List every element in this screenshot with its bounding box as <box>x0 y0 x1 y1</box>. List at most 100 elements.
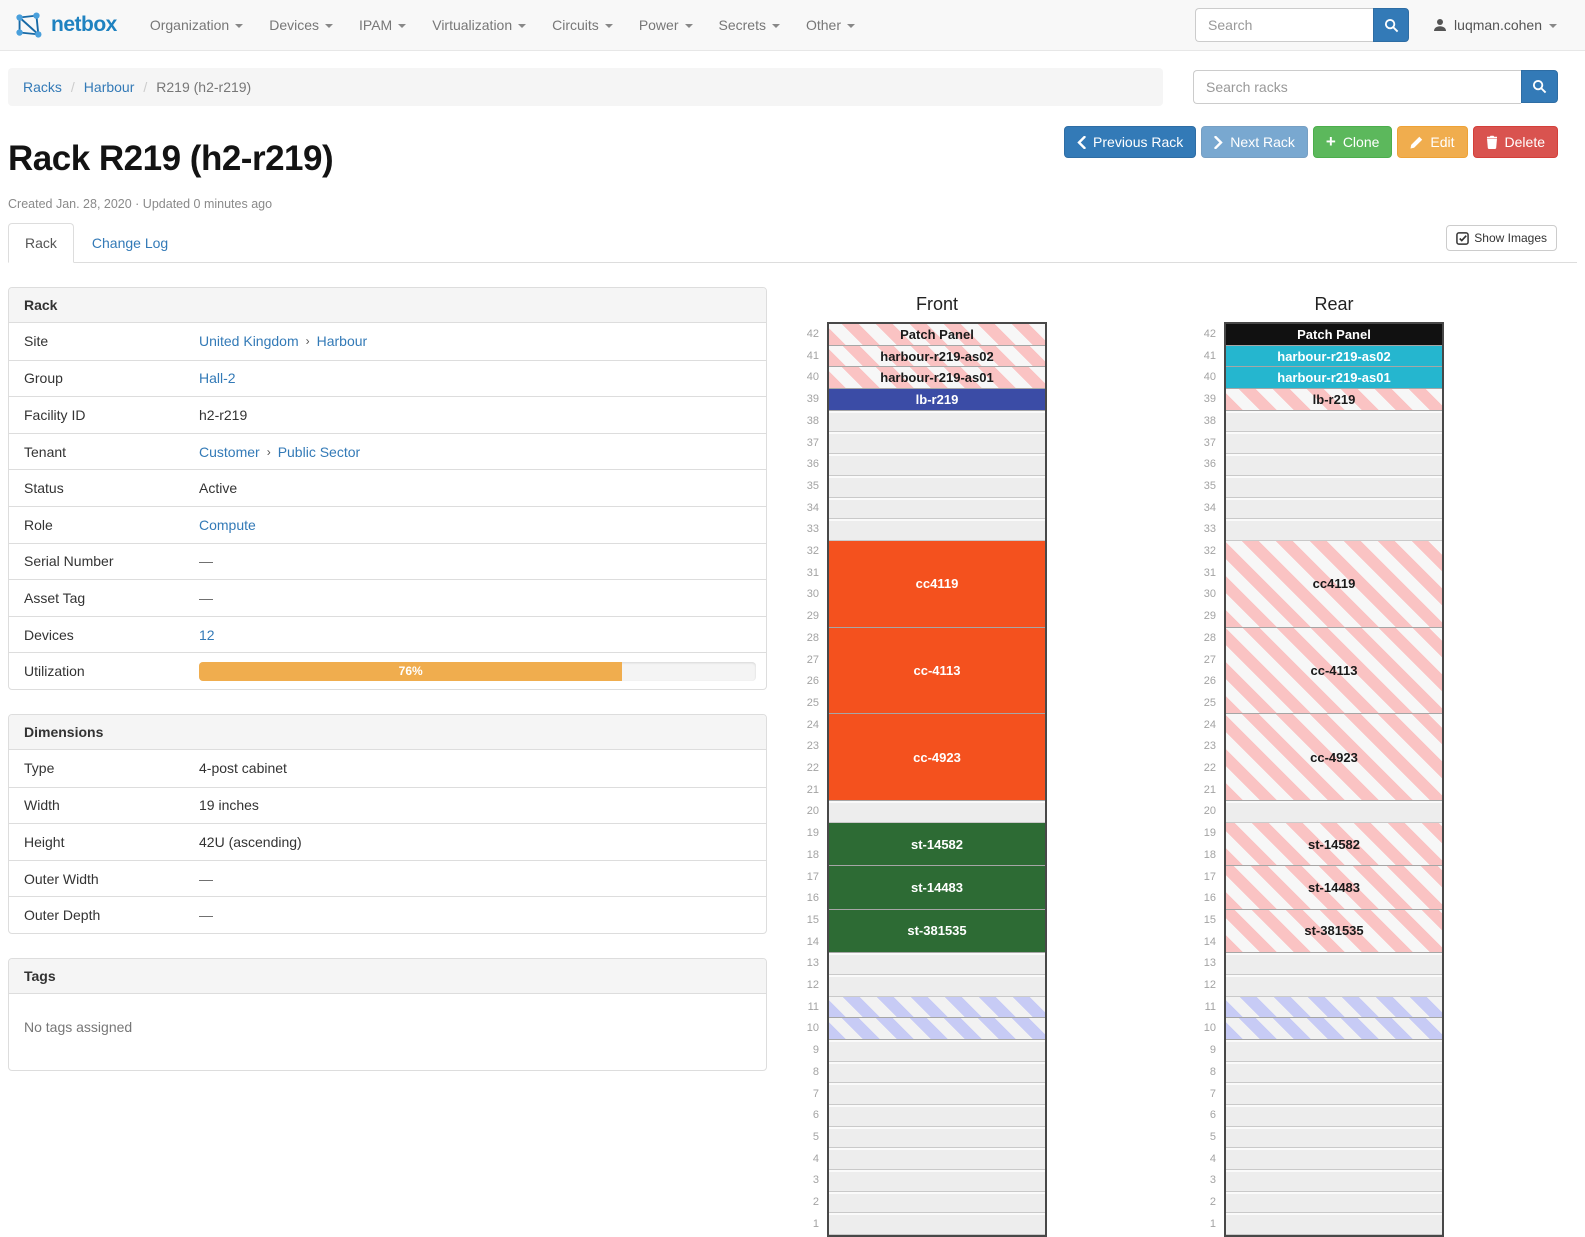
rack-device-lb-r219[interactable]: lb-r219 <box>1226 389 1442 411</box>
rack-frame: Patch Panelharbour-r219-as02harbour-r219… <box>1224 322 1444 1237</box>
global-search-input[interactable] <box>1195 8 1373 42</box>
nav-menu-organization[interactable]: Organization <box>137 0 256 50</box>
rack-device-st-14483[interactable]: st-14483 <box>829 866 1045 909</box>
trash-icon <box>1486 135 1498 149</box>
rack-device-st-14582[interactable]: st-14582 <box>1226 823 1442 866</box>
show-images-label: Show Images <box>1474 231 1547 245</box>
rack-unit-empty <box>1226 1083 1442 1105</box>
unit-numbers: 4241403938373635343332313029282726252423… <box>797 322 819 1234</box>
breadcrumb-item-racks[interactable]: Racks <box>23 79 62 95</box>
row-label: Role <box>9 517 199 533</box>
nav-menu-secrets[interactable]: Secrets <box>706 0 793 50</box>
nav-menu-power[interactable]: Power <box>626 0 706 50</box>
row-label: Group <box>9 370 199 386</box>
rack-device-st-14582[interactable]: st-14582 <box>829 823 1045 866</box>
netbox-logo-icon <box>12 10 44 40</box>
utilization-label: 76% <box>399 664 423 678</box>
value-link[interactable]: 12 <box>199 627 215 643</box>
row-value: Active <box>199 480 766 496</box>
panel-title: Rack <box>9 288 766 323</box>
previous-rack-button[interactable]: Previous Rack <box>1064 126 1196 158</box>
value-link[interactable]: Public Sector <box>278 444 360 460</box>
rack-device-cc4119[interactable]: cc4119 <box>1226 541 1442 628</box>
value-link[interactable]: Harbour <box>317 333 368 349</box>
edit-button[interactable]: Edit <box>1397 126 1467 158</box>
value-link[interactable]: Customer <box>199 444 260 460</box>
breadcrumb-item-harbour[interactable]: Harbour <box>84 79 135 95</box>
nav-menu-circuits[interactable]: Circuits <box>539 0 626 50</box>
rack-device-harbour-r219-as02[interactable]: harbour-r219-as02 <box>1226 346 1442 368</box>
unit-number: 14 <box>797 932 819 954</box>
rack-device-harbour-r219-as01[interactable]: harbour-r219-as01 <box>829 367 1045 389</box>
tab-change-log[interactable]: Change Log <box>76 224 184 262</box>
unit-number: 14 <box>1194 932 1216 954</box>
pencil-icon <box>1410 136 1423 149</box>
rack-device-patch-panel[interactable]: Patch Panel <box>1226 324 1442 346</box>
unit-number: 16 <box>1194 888 1216 910</box>
rack-device-cc-4923[interactable]: cc-4923 <box>829 714 1045 801</box>
rack-device-label: cc-4113 <box>1311 663 1358 678</box>
unit-number: 21 <box>1194 780 1216 802</box>
rack-device-cc-4113[interactable]: cc-4113 <box>829 628 1045 715</box>
utilization-bar: 76% <box>199 662 756 681</box>
rack-unit-empty <box>829 519 1045 541</box>
nav-menu-label: Circuits <box>552 17 599 33</box>
top-navbar: netbox OrganizationDevicesIPAMVirtualiza… <box>0 0 1585 51</box>
rack-device-cc-4113[interactable]: cc-4113 <box>1226 628 1442 715</box>
show-images-button[interactable]: Show Images <box>1446 225 1557 251</box>
rack-unit-empty <box>829 1170 1045 1192</box>
nav-menu-other[interactable]: Other <box>793 0 868 50</box>
unit-number: 10 <box>797 1018 819 1040</box>
unit-number: 17 <box>1194 867 1216 889</box>
unit-number: 8 <box>797 1062 819 1084</box>
panel-title: Tags <box>9 959 766 994</box>
row-label: Status <box>9 480 199 496</box>
rack-device-st-381535[interactable]: st-381535 <box>829 910 1045 953</box>
rack-device-label: st-14582 <box>1308 837 1360 852</box>
row-value: Hall-2 <box>199 370 766 386</box>
rack-device-label: st-381535 <box>907 923 966 938</box>
unit-number: 3 <box>1194 1170 1216 1192</box>
table-row: StatusActive <box>9 469 766 506</box>
nav-menu-virtualization[interactable]: Virtualization <box>419 0 539 50</box>
rack-unit-empty <box>1226 1213 1442 1235</box>
rack-device-label: harbour-r219-as02 <box>880 349 993 364</box>
rack-unit-empty <box>1226 1105 1442 1127</box>
rack-device-st-381535[interactable]: st-381535 <box>1226 910 1442 953</box>
rack-device-label: st-14582 <box>911 837 963 852</box>
rack-device-harbour-r219-as01[interactable]: harbour-r219-as01 <box>1226 367 1442 389</box>
value-link[interactable]: Compute <box>199 517 256 533</box>
netbox-brand[interactable]: netbox <box>12 10 117 40</box>
rack-device-cc4119[interactable]: cc4119 <box>829 541 1045 628</box>
unit-number: 9 <box>1194 1040 1216 1062</box>
tab-rack[interactable]: Rack <box>8 223 74 263</box>
nav-menu-devices[interactable]: Devices <box>256 0 346 50</box>
details-column: RackSiteUnited Kingdom›HarbourGroupHall-… <box>8 287 767 1095</box>
global-search-button[interactable] <box>1373 8 1409 42</box>
unit-number: 40 <box>1194 367 1216 389</box>
rack-unit-empty <box>829 953 1045 975</box>
rack-device-harbour-r219-as02[interactable]: harbour-r219-as02 <box>829 346 1045 368</box>
nav-menu-ipam[interactable]: IPAM <box>346 0 419 50</box>
unit-number: 25 <box>797 693 819 715</box>
rack-device-cc-4923[interactable]: cc-4923 <box>1226 714 1442 801</box>
rack-unit-empty <box>829 411 1045 433</box>
rack-unit-empty <box>1226 519 1442 541</box>
value-link[interactable]: United Kingdom <box>199 333 299 349</box>
rack-device-lb-r219[interactable]: lb-r219 <box>829 389 1045 411</box>
racks-search-button[interactable] <box>1521 70 1558 103</box>
rack-device-st-14483[interactable]: st-14483 <box>1226 866 1442 909</box>
table-row: Type4-post cabinet <box>9 750 766 787</box>
racks-search-input[interactable] <box>1193 70 1521 104</box>
user-menu[interactable]: luqman.cohen <box>1433 17 1557 33</box>
value-link[interactable]: Hall-2 <box>199 370 236 386</box>
clone-button[interactable]: + Clone <box>1313 126 1393 158</box>
unit-number: 7 <box>797 1084 819 1106</box>
row-label: Asset Tag <box>9 590 199 606</box>
next-rack-button[interactable]: Next Rack <box>1201 126 1308 158</box>
rack-device-patch-panel[interactable]: Patch Panel <box>829 324 1045 346</box>
delete-button[interactable]: Delete <box>1473 126 1558 158</box>
previous-rack-label: Previous Rack <box>1093 135 1183 149</box>
rack-reservation <box>829 997 1045 1019</box>
rack-unit-empty <box>1226 454 1442 476</box>
